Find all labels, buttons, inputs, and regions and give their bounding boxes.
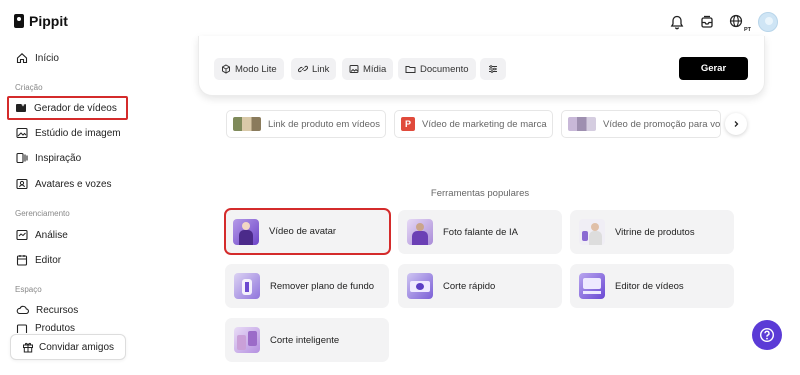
tool-label: Editor de vídeos (615, 280, 684, 292)
section-label-management: Gerenciamento (15, 209, 70, 218)
invite-friends-label: Convidar amigos (38, 341, 115, 353)
link-icon (298, 65, 308, 73)
analytics-icon (16, 229, 28, 241)
sidebar-item-label: Avatares e vozes (35, 178, 112, 190)
cube-icon (222, 64, 230, 74)
sidebar-item-label: Análise (35, 229, 68, 241)
sidebar-item-video-generator[interactable]: Gerador de vídeos (7, 96, 128, 120)
remove-background-thumbnail (234, 273, 260, 299)
sliders-icon (489, 65, 497, 73)
talking-photo-thumbnail (407, 219, 433, 245)
app-name: Pippit (29, 13, 68, 29)
media-icon (349, 65, 359, 73)
sidebar-item-analytics[interactable]: Análise (10, 223, 128, 247)
products-icon (16, 324, 28, 333)
product-showcase-thumbnail (579, 219, 605, 245)
gift-icon (22, 342, 33, 353)
sidebar-item-label: Editor (35, 254, 62, 266)
tool-label: Corte rápido (443, 280, 496, 292)
language-badge: PT (743, 27, 751, 33)
sidebar-item-editor[interactable]: Editor (10, 248, 128, 272)
tool-video-editor[interactable]: Editor de vídeos (570, 264, 734, 308)
chip-document[interactable]: Documento (398, 58, 476, 80)
smart-cut-thumbnail (234, 327, 260, 353)
editor-icon (16, 255, 28, 266)
suggestion-label: Vídeo de promoção para volta (603, 118, 721, 130)
suggestion-thumbnail (233, 117, 261, 131)
suggestion-label: Link de produto em vídeos (268, 118, 380, 130)
prompt-card: Modo Lite Link Mídia Documento Gerar (198, 36, 765, 96)
inbox-icon[interactable] (698, 13, 716, 31)
suggestion-thumbnail (568, 117, 596, 131)
chip-media[interactable]: Mídia (342, 58, 394, 80)
tool-label: Vídeo de avatar (269, 226, 337, 237)
tool-ai-talking-photo[interactable]: Foto falante de IA (398, 210, 562, 254)
sidebar-item-avatars-voices[interactable]: Avatares e vozes (10, 172, 128, 196)
popular-tools-title: Ferramentas populares (430, 188, 530, 199)
sidebar-item-resources[interactable]: Recursos (10, 298, 128, 322)
sidebar: Início Criação Gerador de vídeos Estúdio… (0, 44, 140, 375)
section-label-creation: Criação (15, 83, 43, 92)
avatars-icon (16, 178, 28, 190)
settings-sliders-button[interactable] (480, 58, 506, 80)
sidebar-item-label: Estúdio de imagem (35, 127, 121, 139)
folder-icon (405, 66, 416, 73)
tool-product-showcase[interactable]: Vitrine de produtos (570, 210, 734, 254)
logo-mark-icon (14, 14, 24, 28)
tool-label: Vitrine de produtos (615, 226, 695, 238)
chip-label: Documento (420, 63, 469, 75)
bell-icon[interactable] (668, 13, 686, 31)
brand-p-icon: P (401, 117, 415, 131)
sidebar-item-label: Recursos (36, 304, 79, 316)
tool-remove-background[interactable]: Remover plano de fundo (225, 264, 389, 308)
sidebar-item-image-studio[interactable]: Estúdio de imagem (10, 121, 128, 145)
video-editor-thumbnail (579, 273, 605, 299)
sidebar-item-label: Início (35, 52, 59, 64)
tool-label: Corte inteligente (270, 334, 340, 346)
sidebar-item-label: Inspiração (35, 152, 82, 164)
cloud-icon (16, 305, 29, 315)
help-button[interactable] (752, 320, 782, 350)
suggestion-brand-marketing[interactable]: P Vídeo de marketing de marca (394, 110, 553, 138)
image-studio-icon (16, 127, 28, 139)
user-avatar[interactable] (758, 12, 778, 32)
sidebar-item-products[interactable]: Produtos (10, 323, 128, 333)
tool-label: Remover plano de fundo (270, 280, 375, 292)
quick-cut-thumbnail (407, 273, 433, 299)
suggestion-product-link[interactable]: Link de produto em vídeos (226, 110, 386, 138)
tool-quick-cut[interactable]: Corte rápido (398, 264, 562, 308)
sidebar-item-label: Produtos (35, 323, 76, 333)
chip-link[interactable]: Link (291, 58, 337, 80)
suggestions-next-button[interactable] (725, 113, 747, 135)
section-label-space: Espaço (15, 285, 42, 294)
suggestion-back-to-school[interactable]: Vídeo de promoção para volta (561, 110, 721, 138)
avatar-video-thumbnail (233, 218, 259, 245)
sidebar-item-home[interactable]: Início (10, 46, 128, 70)
generate-button[interactable]: Gerar (679, 57, 748, 80)
sidebar-item-label: Gerador de vídeos (34, 102, 117, 114)
chip-label: Mídia (363, 63, 387, 75)
chip-label: Link (312, 63, 330, 75)
chip-label: Modo Lite (235, 63, 277, 75)
top-icons: PT (668, 12, 778, 33)
tool-label: Foto falante de IA (443, 226, 518, 238)
suggestion-label: Vídeo de marketing de marca (422, 118, 547, 130)
chevron-right-icon (734, 121, 739, 127)
tool-smart-cut[interactable]: Corte inteligente (225, 318, 389, 362)
tool-avatar-video[interactable]: Vídeo de avatar (224, 208, 391, 255)
sidebar-item-inspiration[interactable]: Inspiração (10, 146, 128, 170)
question-icon (759, 327, 775, 343)
language-icon[interactable]: PT (728, 13, 751, 33)
invite-friends-button[interactable]: Convidar amigos (10, 334, 126, 360)
video-generator-icon (16, 103, 26, 112)
inspiration-icon (16, 152, 28, 164)
chip-lite-mode[interactable]: Modo Lite (214, 58, 284, 80)
home-icon (16, 53, 28, 64)
app-logo[interactable]: Pippit (14, 13, 68, 29)
